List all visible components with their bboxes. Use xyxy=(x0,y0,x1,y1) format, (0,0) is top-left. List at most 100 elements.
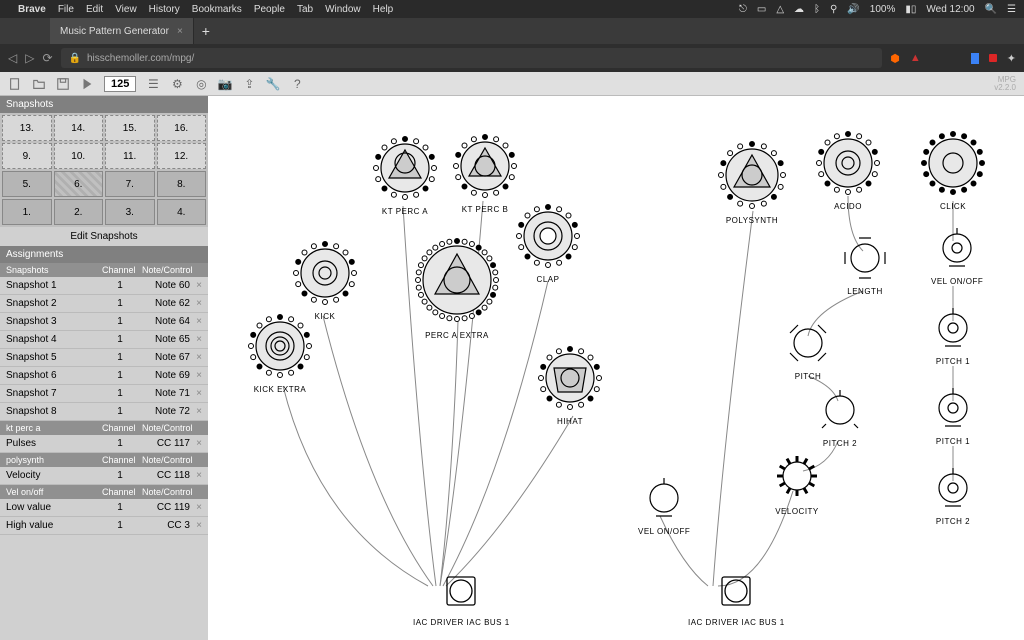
node-label: PITCH 2 xyxy=(931,517,975,526)
snapshot-cell[interactable]: 15. xyxy=(105,115,155,141)
assignment-row[interactable]: Snapshot 11Note 60× xyxy=(0,277,208,295)
address-bar[interactable]: 🔒 hisschemoller.com/mpg/ xyxy=(61,48,883,68)
snapshot-cell[interactable]: 4. xyxy=(157,199,207,225)
bpm-input[interactable]: 125 xyxy=(104,76,136,92)
assignment-row[interactable]: Snapshot 81Note 72× xyxy=(0,403,208,421)
help-icon[interactable]: ? xyxy=(290,77,304,91)
bluetooth-icon[interactable]: ᛒ xyxy=(814,4,820,15)
brave-rewards-icon[interactable]: ▲ xyxy=(910,52,921,64)
browser-tab[interactable]: Music Pattern Generator × xyxy=(50,18,194,44)
menu-tab[interactable]: Tab xyxy=(297,4,313,15)
volume-icon[interactable]: 🔊 xyxy=(847,4,859,15)
node-kt-perc-b[interactable]: KT PERC B xyxy=(453,134,517,214)
snapshot-cell[interactable]: 11. xyxy=(105,143,155,169)
play-icon[interactable] xyxy=(80,77,94,91)
assignment-row[interactable]: Snapshot 71Note 71× xyxy=(0,385,208,403)
menu-bookmarks[interactable]: Bookmarks xyxy=(192,4,242,15)
list-icon[interactable]: ☰ xyxy=(146,77,160,91)
node-kick-extra[interactable]: KICK EXTRA xyxy=(248,314,312,394)
assignment-row[interactable]: Snapshot 51Note 67× xyxy=(0,349,208,367)
wrench-icon[interactable]: 🔧 xyxy=(266,77,280,91)
new-file-icon[interactable] xyxy=(8,77,22,91)
node-velocity[interactable]: VELOCITY xyxy=(773,452,821,516)
cloud-icon[interactable]: ☁ xyxy=(794,4,804,15)
assignments-header: Assignments xyxy=(0,246,208,263)
pattern-canvas[interactable]: KT PERC A KT PERC B CLAP KICK PERC A EXT… xyxy=(208,96,1024,640)
node-length[interactable]: LENGTH xyxy=(843,236,887,296)
node-vel-onoff[interactable]: VEL ON/OFF xyxy=(931,226,983,286)
assignment-row[interactable]: High value1CC 3× xyxy=(0,517,208,535)
assignment-row[interactable]: Snapshot 31Note 64× xyxy=(0,313,208,331)
menu-file[interactable]: File xyxy=(58,4,74,15)
snapshot-cell[interactable]: 12. xyxy=(157,143,207,169)
tray-icon[interactable]: ⎋ xyxy=(739,4,747,15)
node-hihat[interactable]: HIHAT xyxy=(538,346,602,426)
snapshot-cell[interactable]: 5. xyxy=(2,171,52,197)
assignment-row[interactable]: Velocity1CC 118× xyxy=(0,467,208,485)
clock[interactable]: Wed 12:00 xyxy=(926,4,974,15)
node-iac2[interactable]: IAC DRIVER IAC BUS 1 xyxy=(688,571,785,627)
reload-button[interactable]: ⟳ xyxy=(42,51,52,65)
menu-help[interactable]: Help xyxy=(373,4,394,15)
assignment-row[interactable]: Pulses1CC 117× xyxy=(0,435,208,453)
wifi-icon[interactable]: ⚲ xyxy=(830,4,837,15)
record-icon[interactable] xyxy=(989,54,997,62)
assignment-row[interactable]: Snapshot 41Note 65× xyxy=(0,331,208,349)
edit-snapshots-button[interactable]: Edit Snapshots xyxy=(0,227,208,246)
new-tab-button[interactable]: + xyxy=(194,23,218,39)
node-click[interactable]: CLICK xyxy=(921,131,985,211)
node-clap[interactable]: CLAP xyxy=(516,204,580,284)
camera-icon[interactable]: 📷 xyxy=(218,77,232,91)
menu-people[interactable]: People xyxy=(254,4,285,15)
extensions-icon[interactable]: ✦ xyxy=(1007,52,1016,65)
back-button[interactable]: ◁ xyxy=(8,51,17,65)
menu-window[interactable]: Window xyxy=(325,4,361,15)
snapshot-cell[interactable]: 13. xyxy=(2,115,52,141)
save-icon[interactable] xyxy=(56,77,70,91)
node-perc-a-extra[interactable]: PERC A EXTRA xyxy=(413,236,501,340)
menu-view[interactable]: View xyxy=(115,4,137,15)
node-pitch2[interactable]: PITCH 2 xyxy=(818,388,862,448)
menu-icon[interactable]: ☰ xyxy=(1007,4,1016,15)
node-iac1[interactable]: IAC DRIVER IAC BUS 1 xyxy=(413,571,510,627)
midi-icon[interactable]: ◎ xyxy=(194,77,208,91)
snapshot-cell[interactable]: 2. xyxy=(54,199,104,225)
snapshot-cell[interactable]: 14. xyxy=(54,115,104,141)
node-acido[interactable]: ACIDO xyxy=(816,131,880,211)
brave-shield-icon[interactable]: ⬢ xyxy=(890,52,900,65)
snapshot-cell[interactable]: 3. xyxy=(105,199,155,225)
display-icon[interactable]: ▭ xyxy=(757,4,766,15)
node-kick[interactable]: KICK xyxy=(293,241,357,321)
snapshot-cell[interactable]: 16. xyxy=(157,115,207,141)
battery-icon[interactable]: ▮▯ xyxy=(905,4,916,15)
snapshot-cell[interactable]: 1. xyxy=(2,199,52,225)
menu-edit[interactable]: Edit xyxy=(86,4,103,15)
close-tab-icon[interactable]: × xyxy=(169,26,183,37)
snapshot-cell[interactable]: 10. xyxy=(54,143,104,169)
vlc-icon[interactable]: △ xyxy=(776,4,784,15)
settings-icon[interactable]: ⚙ xyxy=(170,77,184,91)
share-icon[interactable]: ⇪ xyxy=(242,77,256,91)
menu-brave[interactable]: Brave xyxy=(18,4,46,15)
open-folder-icon[interactable] xyxy=(32,77,46,91)
node-polysynth[interactable]: POLYSYNTH xyxy=(718,141,786,225)
menu-history[interactable]: History xyxy=(149,4,180,15)
node-pitch1b[interactable]: PITCH 1 xyxy=(931,386,975,446)
node-kt-perc-a[interactable]: KT PERC A xyxy=(373,136,437,216)
snapshot-cell[interactable]: 8. xyxy=(157,171,207,197)
snapshot-cell[interactable]: 7. xyxy=(105,171,155,197)
bookmark-icon[interactable] xyxy=(971,53,979,64)
assignment-group-header: polysynthChannelNote/Control xyxy=(0,453,208,467)
snapshot-cell[interactable]: 6. xyxy=(54,171,104,197)
node-vel-onoff-btm[interactable]: VEL ON/OFF xyxy=(638,476,690,536)
node-pitch2b[interactable]: PITCH 2 xyxy=(931,466,975,526)
search-icon[interactable]: 🔍 xyxy=(985,4,997,15)
assignment-row[interactable]: Snapshot 21Note 62× xyxy=(0,295,208,313)
url-text: hisschemoller.com/mpg/ xyxy=(87,53,194,64)
node-pitch1[interactable]: PITCH 1 xyxy=(931,306,975,366)
node-pitch[interactable]: PITCH xyxy=(786,321,830,381)
forward-button[interactable]: ▷ xyxy=(25,51,34,65)
snapshot-cell[interactable]: 9. xyxy=(2,143,52,169)
assignment-row[interactable]: Low value1CC 119× xyxy=(0,499,208,517)
assignment-row[interactable]: Snapshot 61Note 69× xyxy=(0,367,208,385)
